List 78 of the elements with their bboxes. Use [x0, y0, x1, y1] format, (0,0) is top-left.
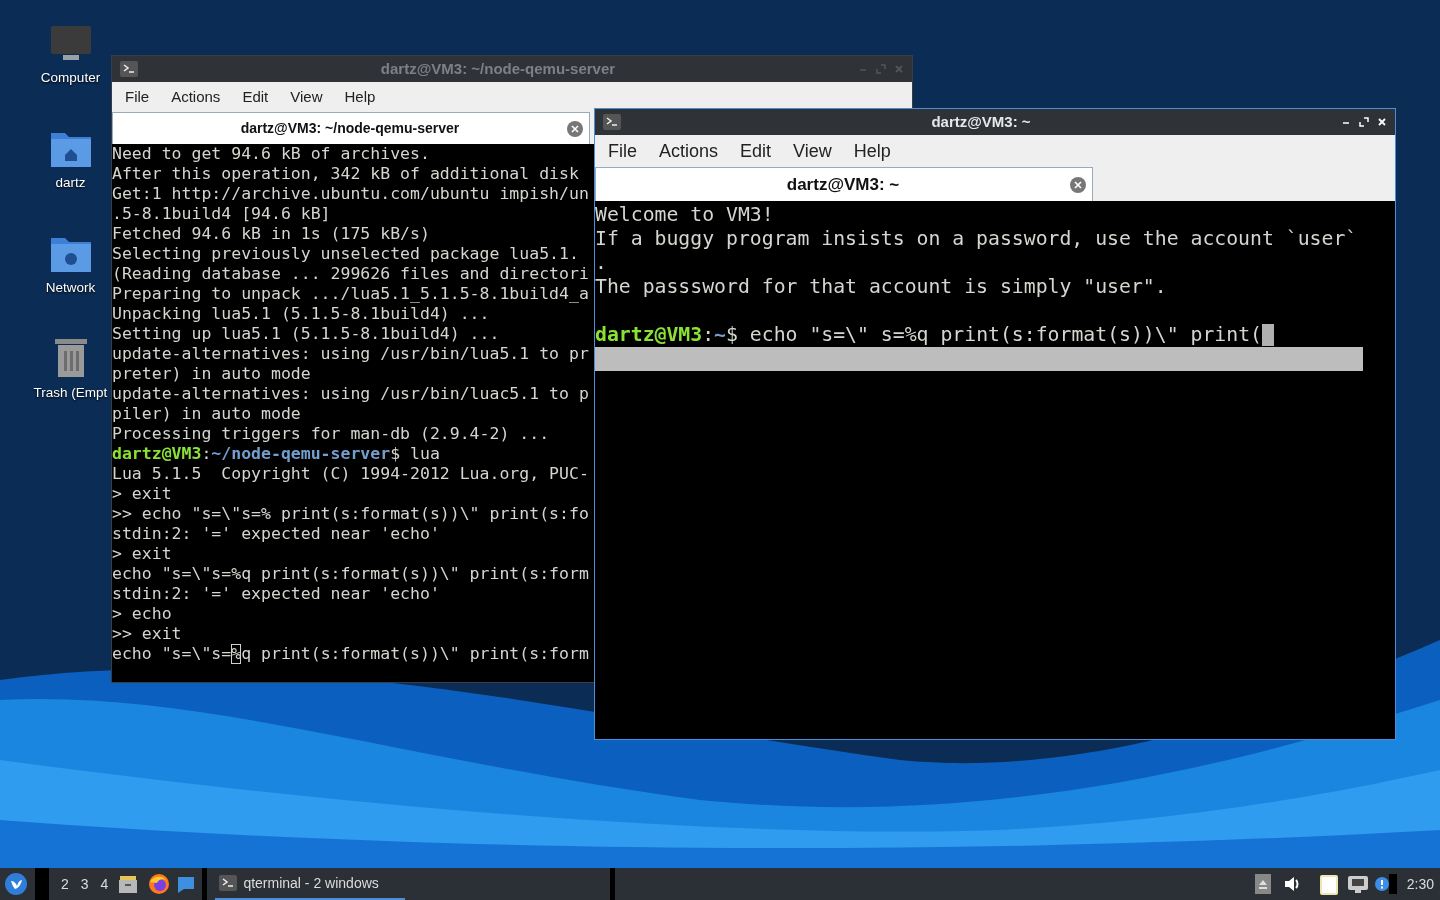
terminal-line: Preparing to unpack .../lua5.1_5.1.5-8.1build4_a [112, 284, 589, 303]
firefox-icon[interactable] [148, 873, 171, 895]
terminal-line: The passsword for that account is simply "user". [595, 275, 1167, 298]
terminal-line: piler) in auto mode [112, 404, 301, 423]
terminal-line: Unpacking lua5.1 (5.1.5-8.1build4) ... [112, 304, 490, 323]
menu-item[interactable]: File [116, 85, 159, 109]
clipboard-icon[interactable] [1318, 873, 1339, 895]
terminal-line: . [595, 251, 607, 274]
file-manager-icon[interactable] [118, 874, 139, 894]
menu-item[interactable]: Edit [233, 85, 278, 109]
menu-item[interactable]: Help [844, 137, 900, 165]
notification-icon[interactable] [1374, 877, 1389, 891]
terminal-line: > exit [112, 484, 172, 503]
network-icon[interactable] [1346, 875, 1369, 893]
prompt-separator: : [201, 444, 212, 464]
close-tab-icon[interactable] [567, 120, 583, 137]
terminal-line: echo "s=\"s=%q print(s:format(s))\" print(s:form [112, 564, 589, 583]
menu-item[interactable]: Edit [731, 137, 781, 165]
terminal-line: If a buggy program insists on a password, use the account `user` [595, 227, 1358, 250]
terminal-line: Get:1 http://archive.ubuntu.com/ubuntu impish/un [112, 184, 589, 203]
menu-item[interactable]: Actions [650, 137, 728, 165]
menu-item[interactable]: View [784, 137, 841, 165]
window-title: dartz@VM3: ~ [930, 111, 1032, 132]
terminal-line: After this operation, 342 kB of additional disk [112, 164, 579, 183]
terminal-command: $ echo "s=\" s=%q print(s:format(s))\" print( [726, 323, 1262, 347]
terminal-tab[interactable]: dartz@VM3: ~ [595, 167, 1093, 201]
terminal-line: update-alternatives: using /usr/bin/lua5.1 to pr [112, 344, 589, 363]
tab-title: dartz@VM3: ~/node-qemu-server [239, 119, 461, 138]
tray-spacer [1388, 874, 1397, 894]
prompt-separator: : [702, 323, 715, 347]
prompt-user: dartz@VM3 [595, 323, 703, 347]
prompt-path: ~/node-qemu-server [211, 444, 391, 464]
terminal-command: $ lua [390, 444, 440, 464]
terminal-line: (Reading database ... 299626 files and directori [112, 264, 589, 283]
close-tab-icon[interactable] [1070, 176, 1086, 193]
terminal-line: preter) in auto mode [112, 364, 311, 383]
terminal-line: .5-8.1build4 [94.6 kB] [112, 204, 331, 223]
menu-item[interactable]: Help [335, 85, 385, 109]
terminal-line: Processing triggers for man-db (2.9.4-2) ... [112, 424, 550, 443]
desktop-icon-label[interactable]: Network [45, 278, 96, 299]
panel-spacer [35, 868, 49, 900]
terminal-line: Fetched 94.6 kB in 1s (175 kB/s) [112, 224, 430, 243]
terminal-line: > exit [112, 544, 172, 563]
menu-item[interactable]: Actions [162, 85, 230, 109]
terminal-icon [603, 114, 621, 130]
desktop-icon-label[interactable]: Trash (Empt [33, 383, 108, 404]
terminal-line: Need to get 94.6 kB of archives. [112, 144, 430, 163]
chat-bubble-icon[interactable] [178, 875, 195, 893]
terminal-line: Welcome to VM3! [595, 203, 774, 226]
taskbar-task[interactable]: qterminal - 2 windows [215, 868, 406, 900]
terminal-line: > echo [112, 604, 172, 623]
tab-title: dartz@VM3: ~ [785, 173, 901, 196]
prompt-user: dartz@VM3 [112, 444, 202, 464]
terminal-icon [120, 61, 138, 77]
terminal-icon [219, 875, 238, 891]
desktop-icon-label[interactable]: dartz [55, 173, 86, 194]
terminal-line: q print(s:format(s))\" print(s:form [241, 644, 589, 664]
workspace-button[interactable]: 2 [61, 873, 69, 895]
menu-item[interactable]: View [281, 85, 332, 109]
terminal-line: stdin:2: '=' expected near 'echo' [112, 584, 440, 603]
terminal-line: update-alternatives: using /usr/bin/luac5.1 to p [112, 384, 589, 403]
menu-item[interactable]: File [599, 137, 646, 165]
terminal-line: >> exit [112, 624, 182, 643]
volume-icon[interactable] [1282, 875, 1301, 893]
clock[interactable]: 2:30 [1406, 873, 1434, 895]
workspace-button[interactable]: 3 [80, 873, 89, 895]
terminal-line: Selecting previously unselected package lua5.1. [112, 244, 579, 263]
terminal-line: >> echo "s=\"s=% print(s:format(s))\" print(s:fo [112, 504, 589, 523]
workspace-button[interactable]: 4 [100, 873, 109, 895]
terminal-line: Setting up lua5.1 (5.1.5-8.1build4) ... [112, 324, 500, 343]
terminal-line: stdin:2: '=' expected near 'echo' [112, 524, 440, 543]
terminal-tab[interactable]: dartz@VM3: ~/node-qemu-server [112, 112, 590, 144]
prompt-path: ~ [714, 323, 727, 347]
window-title: dartz@VM3: ~/node-qemu-server [379, 58, 617, 79]
start-menu-icon[interactable] [5, 873, 27, 895]
desktop-icon-label[interactable]: Computer [40, 68, 101, 89]
eject-icon[interactable] [1254, 874, 1271, 894]
terminal-line: Lua 5.1.5 Copyright (C) 1994-2012 Lua.org, PUC- [112, 464, 589, 483]
